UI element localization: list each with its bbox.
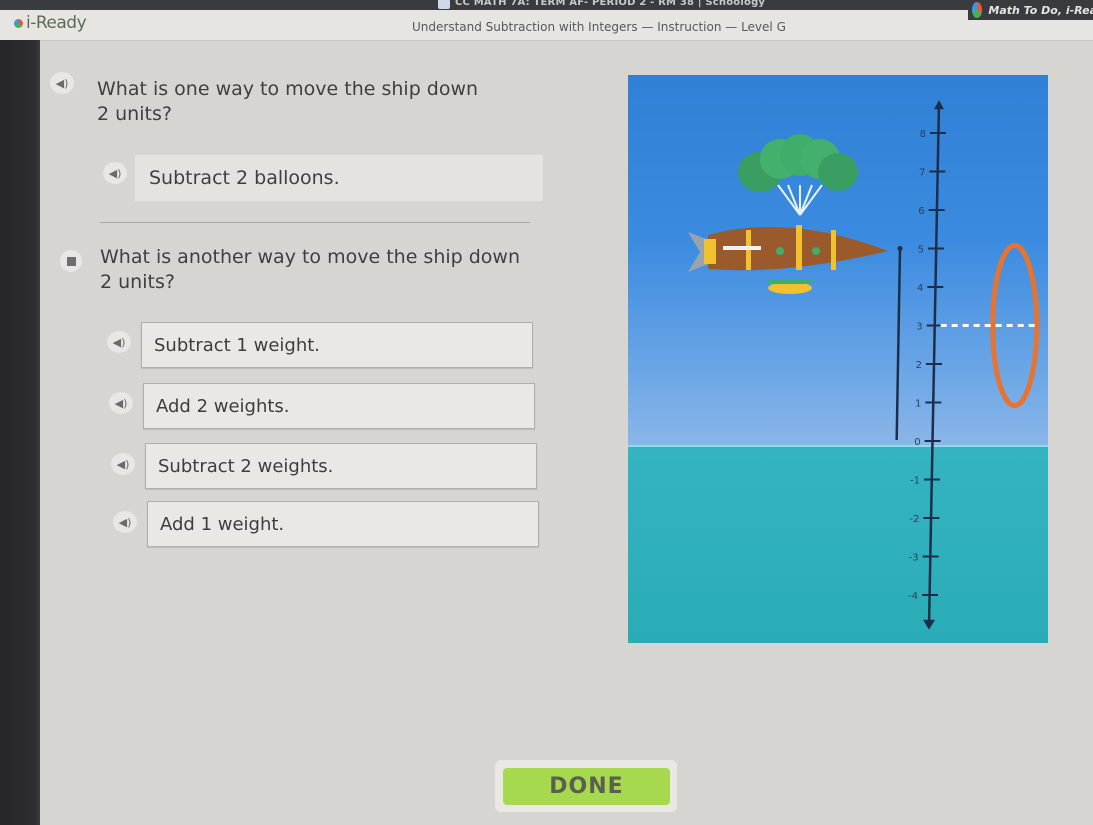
schoology-favicon-icon xyxy=(438,0,450,9)
question-2-line1: What is another way to move the ship dow… xyxy=(100,246,521,268)
logo-text: i-Ready xyxy=(26,13,87,33)
browser-top-bar: CC MATH 7A: TERM AF- PERIOD 2 - RM 38 | … xyxy=(0,0,1093,10)
arrow-down-icon xyxy=(923,619,935,630)
iready-extension-icon xyxy=(972,2,983,18)
speaker-icon[interactable]: ◀) xyxy=(107,331,131,353)
tick-label: 5 xyxy=(918,245,924,256)
divider xyxy=(100,222,530,223)
question-1-text: What is one way to move the ship down 2 … xyxy=(97,77,478,127)
speaker-icon[interactable]: ◀) xyxy=(109,392,133,414)
airship-icon xyxy=(688,225,888,294)
tick-label: 8 xyxy=(920,129,926,140)
arrow-up-icon xyxy=(934,100,944,110)
browser-tab-title[interactable]: CC MATH 7A: TERM AF- PERIOD 2 - RM 38 | … xyxy=(455,0,765,8)
option-add-1-weight[interactable]: Add 1 weight. xyxy=(147,501,539,547)
question-1-line2: 2 units? xyxy=(97,103,172,125)
app-header: i-Ready Understand Subtraction with Inte… xyxy=(0,10,1093,41)
airship-scene: 8 7 6 5 4 3 2 1 0 -1 -2 -3 -4 xyxy=(628,75,1048,643)
option-add-2-weights[interactable]: Add 2 weights. xyxy=(143,383,535,429)
speaker-icon[interactable]: ◀) xyxy=(103,162,127,184)
option-subtract-2-weights[interactable]: Subtract 2 weights. xyxy=(145,443,537,489)
done-button[interactable]: DONE xyxy=(503,768,670,805)
screen-bezel xyxy=(0,40,40,825)
tick-label: -3 xyxy=(909,553,919,564)
stop-audio-icon[interactable] xyxy=(60,250,82,272)
question-1-line1: What is one way to move the ship down xyxy=(97,78,479,100)
extension-math-to-do[interactable]: Math To Do, i-Rea xyxy=(968,0,1093,20)
ship-level-marker xyxy=(895,248,902,441)
tick-label: 4 xyxy=(917,283,923,294)
tick-label: 2 xyxy=(916,360,922,371)
question-2-line2: 2 units? xyxy=(100,271,175,293)
tick-label: 3 xyxy=(916,322,922,333)
speaker-icon[interactable]: ◀) xyxy=(111,453,135,475)
question-2-text: What is another way to move the ship dow… xyxy=(100,245,520,295)
tick-label: 6 xyxy=(918,206,924,217)
extension-label: Math To Do, i-Rea xyxy=(988,3,1093,17)
tick-label: 7 xyxy=(919,168,925,179)
iready-logo-icon xyxy=(14,18,23,28)
speaker-icon[interactable]: ◀) xyxy=(50,72,74,94)
speaker-icon[interactable]: ◀) xyxy=(113,511,137,533)
iready-logo: i-Ready xyxy=(14,13,87,33)
balloons-icon xyxy=(738,134,858,216)
tick-label: -1 xyxy=(910,476,920,487)
tick-label: 1 xyxy=(915,399,921,410)
option-subtract-1-weight[interactable]: Subtract 1 weight. xyxy=(141,322,533,368)
question-1-answer: Subtract 2 balloons. xyxy=(135,155,543,201)
scene-drawing: 8 7 6 5 4 3 2 1 0 -1 -2 -3 -4 xyxy=(688,100,1040,630)
lesson-title: Understand Subtraction with Integers — I… xyxy=(412,20,786,34)
tick-label: -2 xyxy=(909,514,919,525)
ship-level-dot xyxy=(897,246,903,251)
tick-label: -4 xyxy=(908,591,918,602)
tick-label: 0 xyxy=(914,437,920,448)
